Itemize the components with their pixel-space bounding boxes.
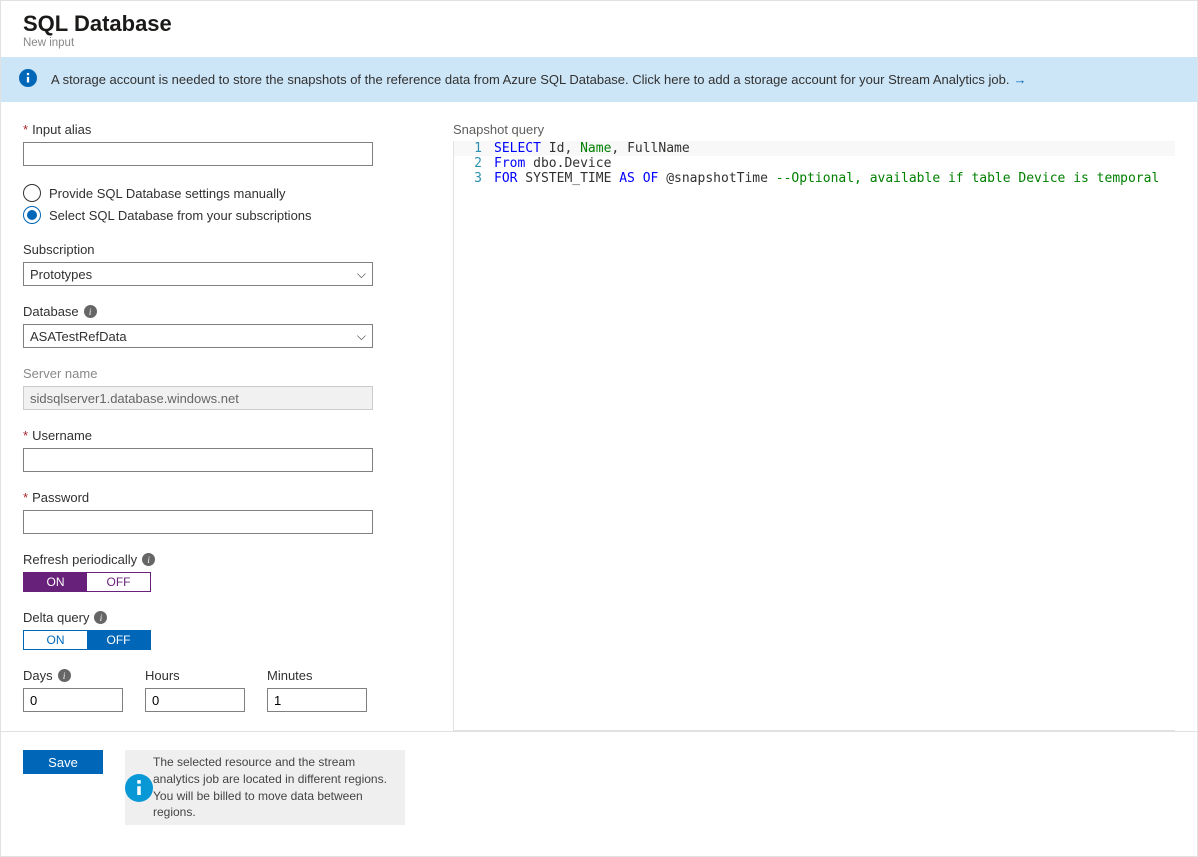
- hours-input[interactable]: [145, 688, 245, 712]
- refresh-label: Refresh periodically: [23, 552, 137, 567]
- toggle-on: ON: [24, 631, 87, 649]
- toggle-off: OFF: [87, 573, 150, 591]
- input-alias-label: Input alias: [32, 122, 91, 137]
- delta-field: Delta query i ON OFF: [23, 610, 423, 650]
- save-button[interactable]: Save: [23, 750, 103, 774]
- minutes-label: Minutes: [267, 668, 313, 683]
- subscription-value: Prototypes: [30, 267, 92, 282]
- radio-manual-label: Provide SQL Database settings manually: [49, 186, 286, 201]
- subscription-label: Subscription: [23, 242, 95, 257]
- server-label: Server name: [23, 366, 97, 381]
- help-icon[interactable]: i: [58, 669, 71, 682]
- username-field: *Username: [23, 428, 423, 472]
- info-icon: [125, 774, 153, 802]
- chevron-down-icon: ⌵: [357, 329, 366, 344]
- password-field: *Password: [23, 490, 423, 534]
- radio-manual[interactable]: Provide SQL Database settings manually: [23, 184, 423, 202]
- minutes-input[interactable]: [267, 688, 367, 712]
- region-warning-text: The selected resource and the stream ana…: [153, 754, 393, 821]
- storage-banner[interactable]: A storage account is needed to store the…: [1, 57, 1197, 102]
- page-subtitle: New input: [23, 37, 1175, 49]
- region-warning: The selected resource and the stream ana…: [125, 750, 405, 825]
- database-select[interactable]: ASATestRefData ⌵: [23, 324, 373, 348]
- toggle-on: ON: [24, 573, 87, 591]
- chevron-down-icon: ⌵: [357, 267, 366, 282]
- database-label: Database: [23, 304, 79, 319]
- input-alias-field: *Input alias: [23, 122, 423, 166]
- days-input[interactable]: [23, 688, 123, 712]
- hours-label: Hours: [145, 668, 180, 683]
- radio-icon: [23, 184, 41, 202]
- database-field: Database i ASATestRefData ⌵: [23, 304, 423, 348]
- info-icon: [19, 69, 37, 90]
- subscription-select[interactable]: Prototypes ⌵: [23, 262, 373, 286]
- help-icon[interactable]: i: [94, 611, 107, 624]
- snapshot-query-editor[interactable]: 1SELECT Id, Name, FullName2From dbo.Devi…: [453, 141, 1175, 731]
- username-input[interactable]: [23, 448, 373, 472]
- delta-toggle[interactable]: ON OFF: [23, 630, 151, 650]
- server-name-field: Server name: [23, 366, 423, 410]
- radio-sub-label: Select SQL Database from your subscripti…: [49, 208, 312, 223]
- delta-label: Delta query: [23, 610, 89, 625]
- radio-subscription[interactable]: Select SQL Database from your subscripti…: [23, 206, 423, 224]
- banner-text: A storage account is needed to store the…: [51, 72, 1009, 87]
- password-input[interactable]: [23, 510, 373, 534]
- days-label: Days: [23, 668, 53, 683]
- database-value: ASATestRefData: [30, 329, 127, 344]
- subscription-field: Subscription Prototypes ⌵: [23, 242, 423, 286]
- refresh-field: Refresh periodically i ON OFF: [23, 552, 423, 592]
- help-icon[interactable]: i: [84, 305, 97, 318]
- toggle-off: OFF: [87, 631, 150, 649]
- server-name-input: [23, 386, 373, 410]
- username-label: Username: [32, 428, 92, 443]
- input-alias-input[interactable]: [23, 142, 373, 166]
- refresh-toggle[interactable]: ON OFF: [23, 572, 151, 592]
- arrow-right-icon: →: [1013, 72, 1026, 87]
- password-label: Password: [32, 490, 89, 505]
- page-title: SQL Database: [23, 11, 1175, 37]
- snapshot-query-label: Snapshot query: [453, 122, 1175, 137]
- radio-icon-selected: [23, 206, 41, 224]
- help-icon[interactable]: i: [142, 553, 155, 566]
- page-header: SQL Database New input: [1, 1, 1197, 57]
